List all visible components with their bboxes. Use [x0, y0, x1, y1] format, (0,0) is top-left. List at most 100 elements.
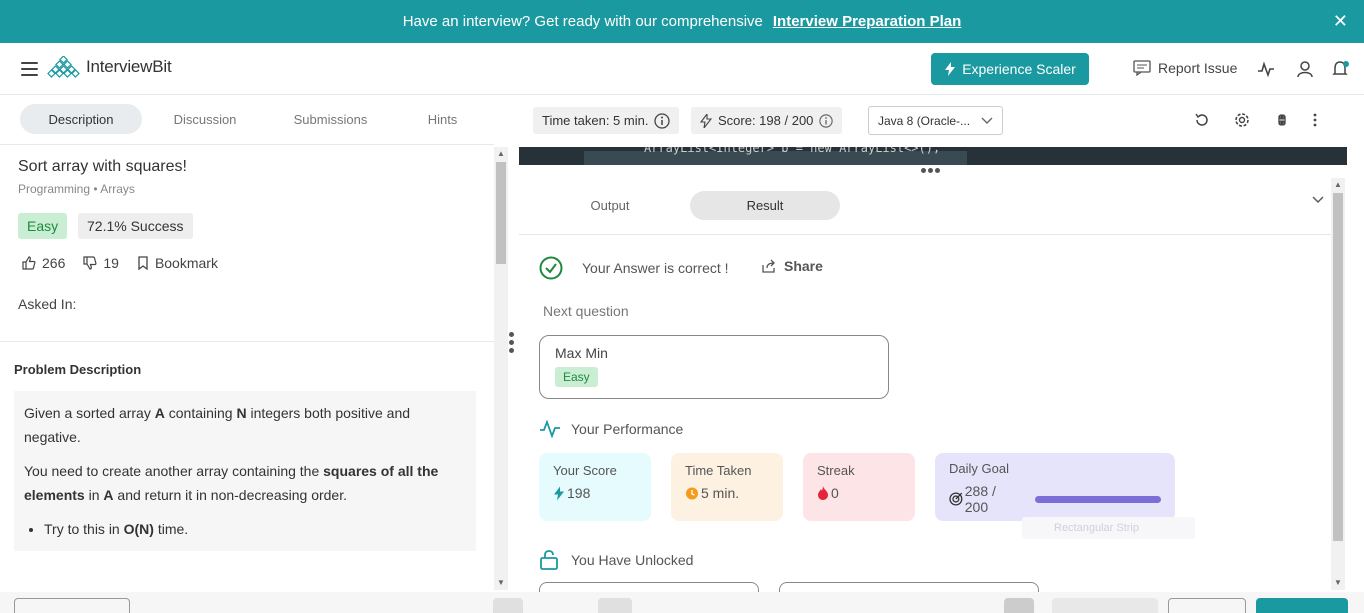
next-question-card[interactable]: Max Min Easy	[539, 335, 889, 399]
success-rate-badge: 72.1% Success	[78, 213, 193, 239]
comment-icon	[1133, 60, 1151, 76]
asked-in-label: Asked In:	[18, 296, 77, 312]
tab-result[interactable]: Result	[690, 191, 840, 220]
thumbs-up-icon	[22, 256, 36, 270]
daily-goal-value: 288 / 200	[964, 483, 996, 515]
bottom-action-bar	[0, 592, 1364, 613]
scroll-up-icon[interactable]: ▲	[1334, 180, 1342, 189]
result-tabs: Output Result	[519, 177, 1331, 235]
report-issue-label: Report Issue	[1158, 60, 1238, 76]
bell-icon[interactable]	[1331, 60, 1349, 78]
top-navbar: InterviewBit Experience Scaler Report Is…	[0, 43, 1364, 95]
time-card: Time Taken 5 min.	[671, 453, 783, 521]
score-card: Your Score 198	[539, 453, 651, 521]
tab-description[interactable]: Description	[20, 104, 142, 134]
experience-scaler-label: Experience Scaler	[962, 61, 1076, 77]
code-line: ArrayList<Integer> b = new ArrayList<>()…	[644, 147, 941, 155]
bottom-control[interactable]	[493, 598, 523, 613]
tab-discussion[interactable]: Discussion	[160, 104, 250, 134]
flame-icon	[818, 486, 828, 500]
lightning-icon	[945, 62, 956, 76]
tab-hints[interactable]: Hints	[415, 104, 470, 134]
report-issue-button[interactable]: Report Issue	[1133, 60, 1237, 76]
bottom-submit-button[interactable]	[1256, 598, 1348, 613]
interview-plan-link[interactable]: Interview Preparation Plan	[773, 13, 961, 30]
unlocked-title: You Have Unlocked	[571, 552, 694, 568]
bottom-control[interactable]	[1168, 598, 1246, 613]
correct-message: Your Answer is correct !	[582, 260, 729, 276]
right-scrollbar[interactable]: ▲ ▼	[1331, 178, 1345, 590]
daily-goal-card: Daily Goal 288 / 200	[935, 453, 1175, 521]
editor-toolbar: Time taken: 5 min. Score: 198 / 200 Java…	[519, 95, 1364, 147]
pane-resize-handle[interactable]	[509, 332, 517, 356]
difficulty-badge: Easy	[18, 213, 68, 239]
divider	[0, 341, 494, 342]
share-icon	[762, 259, 775, 273]
scroll-down-icon[interactable]: ▼	[1334, 578, 1342, 587]
score-card-value: 198	[567, 485, 591, 501]
reset-icon[interactable]	[1194, 112, 1210, 128]
tab-output[interactable]: Output	[559, 191, 661, 220]
score-pill: Score: 198 / 200	[691, 107, 843, 134]
bottom-control[interactable]	[1004, 598, 1034, 613]
close-icon[interactable]: ✕	[1333, 11, 1348, 32]
desc-paragraph-1: Given a sorted array A containing N inte…	[24, 405, 411, 445]
dislike-count: 19	[103, 255, 119, 271]
scroll-up-icon[interactable]: ▲	[497, 149, 505, 158]
share-label: Share	[784, 258, 823, 274]
next-question-name: Max Min	[555, 345, 608, 361]
info-icon[interactable]	[819, 113, 834, 128]
time-card-value: 5 min.	[701, 485, 740, 501]
scroll-down-icon[interactable]: ▼	[497, 578, 505, 587]
lightning-icon	[700, 113, 712, 128]
performance-heading: Your Performance	[539, 420, 683, 438]
settings-icon[interactable]	[1234, 112, 1250, 128]
result-status: Your Answer is correct !	[539, 256, 729, 280]
problem-description-heading: Problem Description	[14, 362, 142, 377]
bottom-control[interactable]	[14, 598, 130, 613]
collapse-chevron-icon[interactable]	[1312, 195, 1324, 205]
experience-scaler-button[interactable]: Experience Scaler	[931, 53, 1089, 85]
top-banner: Have an interview? Get ready with our co…	[0, 0, 1364, 43]
user-icon[interactable]	[1296, 60, 1314, 78]
bookmark-label: Bookmark	[154, 255, 218, 271]
right-scrollbar-thumb[interactable]	[1333, 193, 1343, 541]
logo-text: InterviewBit	[86, 57, 172, 76]
next-question-difficulty: Easy	[555, 367, 598, 387]
logo[interactable]: InterviewBit	[47, 56, 172, 78]
streak-card-label: Streak	[817, 463, 855, 478]
code-editor[interactable]: ArrayList<Integer> b = new ArrayList<>()…	[519, 147, 1347, 165]
left-scrollbar[interactable]: ▲ ▼	[494, 147, 508, 590]
unlock-icon	[540, 550, 558, 570]
more-options-icon[interactable]	[1307, 112, 1323, 128]
editor-pane: Time taken: 5 min. Score: 198 / 200 Java…	[519, 95, 1364, 602]
daily-goal-progress-bar	[1035, 495, 1161, 503]
score-text: Score: 198 / 200	[718, 113, 814, 128]
problem-stats: 266 19 Bookmark	[22, 255, 236, 271]
streak-card: Streak 0	[803, 453, 915, 521]
tab-submissions[interactable]: Submissions	[283, 104, 378, 134]
left-scrollbar-thumb[interactable]	[496, 162, 506, 264]
bottom-control[interactable]	[598, 598, 632, 613]
share-button[interactable]: Share	[762, 258, 823, 274]
command-icon[interactable]	[1274, 112, 1290, 128]
editor-resize-handle[interactable]	[921, 168, 940, 173]
thumbs-down-icon	[83, 256, 97, 270]
bookmark-icon	[138, 256, 148, 270]
language-select[interactable]: Java 8 (Oracle-...	[868, 106, 1003, 135]
chevron-down-icon	[981, 117, 993, 124]
banner-text: Have an interview? Get ready with our co…	[402, 13, 763, 30]
info-icon[interactable]	[654, 112, 671, 129]
breadcrumb: Programming • Arrays	[18, 182, 135, 196]
language-value: Java 8 (Oracle-...	[878, 113, 971, 128]
desc-bullet: Try to this in O(N) time.	[44, 517, 466, 541]
dislike-button[interactable]: 19	[83, 255, 119, 271]
problem-tabs: Description Discussion Submissions Hints	[0, 95, 494, 145]
target-icon	[949, 492, 963, 506]
like-button[interactable]: 266	[22, 255, 65, 271]
activity-icon[interactable]	[1257, 60, 1275, 78]
score-card-label: Your Score	[553, 463, 617, 478]
hamburger-menu-icon[interactable]	[21, 62, 38, 76]
bottom-control[interactable]	[1052, 598, 1158, 613]
bookmark-button[interactable]: Bookmark	[137, 255, 218, 271]
